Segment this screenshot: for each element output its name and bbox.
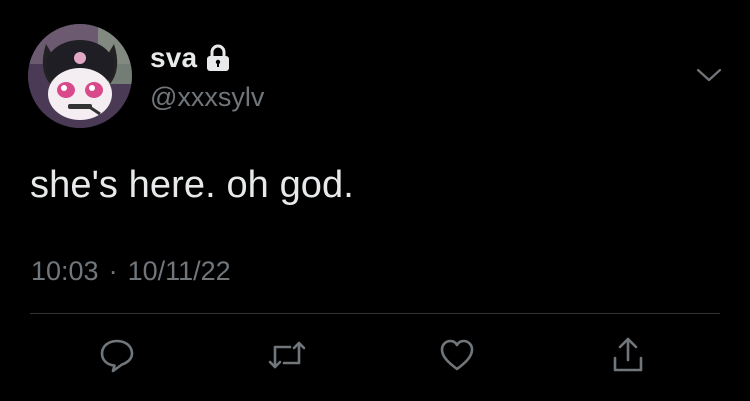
tweet-meta: 10:03 · 10/11/22 (31, 256, 231, 287)
like-button[interactable] (432, 330, 482, 380)
retweet-icon (266, 335, 308, 375)
action-bar (0, 330, 750, 380)
share-icon (608, 334, 648, 376)
tweet: sva @xxxsylv she's here. oh god. 10:03 ·… (0, 0, 750, 401)
tweet-time: 10:03 (31, 256, 99, 286)
display-name-row: sva (150, 40, 231, 76)
retweet-button[interactable] (262, 330, 312, 380)
meta-separator: · (108, 256, 118, 286)
handle[interactable]: @xxxsylv (150, 82, 264, 113)
reply-icon (97, 335, 137, 375)
divider (30, 313, 720, 314)
heart-icon (437, 335, 477, 375)
chevron-down-icon[interactable] (694, 64, 724, 86)
lock-icon (205, 44, 231, 72)
reply-button[interactable] (92, 330, 142, 380)
avatar[interactable] (28, 24, 132, 128)
tweet-text: she's here. oh god. (30, 164, 354, 206)
tweet-date: 10/11/22 (127, 256, 231, 286)
display-name[interactable]: sva (150, 42, 197, 74)
share-button[interactable] (603, 330, 653, 380)
